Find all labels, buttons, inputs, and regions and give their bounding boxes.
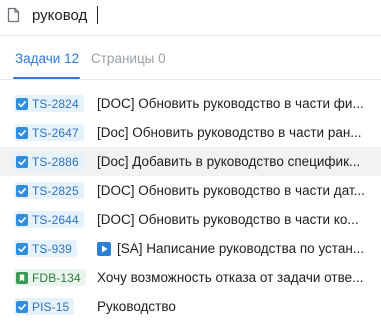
text-caret [97, 6, 98, 24]
issue-key-chip[interactable]: TS-2825 [14, 182, 84, 199]
issue-key-chip[interactable]: TS-939 [14, 240, 77, 257]
task-checkbox-icon [16, 155, 28, 168]
result-row[interactable]: TS-2824 [DOC] Обновить руководство в час… [0, 89, 381, 118]
issue-title: [Doc] Добавить в руководство специфик... [97, 154, 361, 169]
result-row[interactable]: TS-2644 [DOC] Обновить руководство в час… [0, 205, 381, 234]
issue-key: FDB-134 [32, 270, 81, 285]
task-checkbox-icon [16, 300, 28, 313]
task-checkbox-icon [16, 126, 28, 139]
task-checkbox-icon [16, 184, 28, 197]
search-input[interactable] [32, 4, 362, 26]
issue-key: PIS-15 [32, 299, 70, 314]
result-row[interactable]: TS-939 [SA] Написание руководства по уст… [0, 234, 381, 263]
result-row[interactable]: TS-2647 [Doc] Обновить руководство в час… [0, 118, 381, 147]
result-row[interactable]: PIS-15 Руководство [0, 292, 381, 321]
issue-key: TS-2886 [32, 154, 79, 169]
issue-key-chip[interactable]: FDB-134 [14, 269, 86, 286]
result-row[interactable]: FDB-134 Хочу возможность отказа от задач… [0, 263, 381, 292]
issue-key-chip[interactable]: PIS-15 [14, 298, 75, 315]
task-checkbox-icon [16, 97, 28, 110]
result-row[interactable]: TS-2825 [DOC] Обновить руководство в час… [0, 176, 381, 205]
issue-key-chip[interactable]: TS-2824 [14, 95, 84, 112]
issue-title: [Doc] Обновить руководство в части ран..… [97, 125, 362, 140]
issue-key: TS-2824 [32, 96, 79, 111]
tab-tasks[interactable]: Задачи 12 [15, 51, 79, 66]
search-bar [0, 0, 381, 34]
play-icon [97, 241, 111, 256]
task-checkbox-icon [16, 213, 28, 226]
issue-key-chip[interactable]: TS-2886 [14, 153, 84, 170]
issue-title: [SA] Написание руководства по устан... [97, 241, 377, 256]
issue-key-chip[interactable]: TS-2647 [14, 124, 84, 141]
issue-key: TS-2825 [32, 183, 79, 198]
issue-title: [DOC] Обновить руководство в части дат..… [97, 183, 365, 198]
story-bookmark-icon [16, 271, 28, 284]
task-checkbox-icon [16, 242, 28, 255]
tab-pages[interactable]: Страницы 0 [91, 51, 166, 66]
issue-key: TS-2647 [32, 125, 79, 140]
tabs-divider [0, 79, 381, 80]
issue-title: Хочу возможность отказа от задачи отве..… [97, 270, 364, 285]
issue-title: [DOC] Обновить руководство в части фи... [97, 96, 364, 111]
document-icon [7, 7, 20, 23]
issue-key: TS-939 [32, 241, 72, 256]
issue-title: Руководство [97, 299, 176, 314]
issue-key: TS-2644 [32, 212, 79, 227]
issue-title: [DOC] Обновить руководство в части ко... [97, 212, 359, 227]
result-row-highlighted[interactable]: TS-2886 [Doc] Добавить в руководство спе… [0, 147, 381, 176]
result-tabs: Задачи 12 Страницы 0 [0, 36, 381, 80]
issue-key-chip[interactable]: TS-2644 [14, 211, 84, 228]
